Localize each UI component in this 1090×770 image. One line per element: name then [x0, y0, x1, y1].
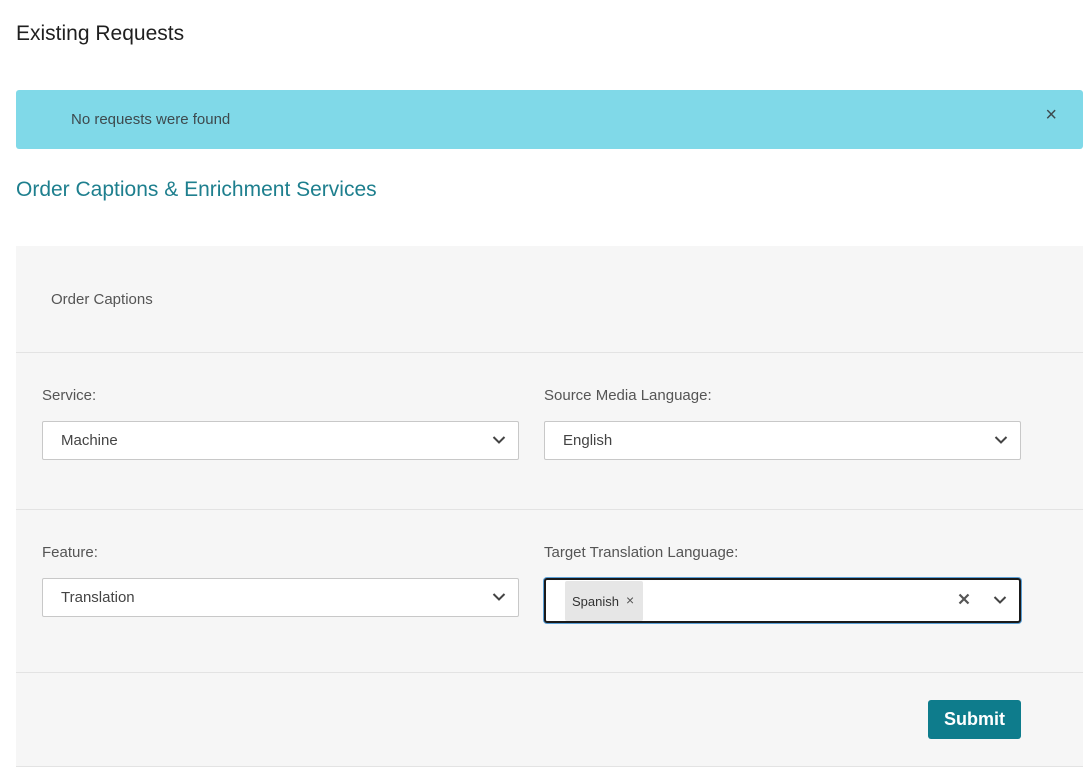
source-language-label: Source Media Language: [544, 387, 712, 404]
divider [16, 672, 1083, 673]
chip-label: Spanish [572, 594, 619, 609]
order-services-heading: Order Captions & Enrichment Services [16, 178, 377, 201]
order-captions-panel: Order Captions Service: Machine Source M… [16, 246, 1083, 767]
panel-title: Order Captions [51, 291, 153, 308]
alert-message: No requests were found [71, 111, 231, 128]
feature-value: Translation [61, 589, 135, 606]
chevron-down-icon[interactable] [492, 592, 506, 602]
divider [16, 352, 1083, 353]
divider [16, 766, 1083, 767]
chevron-down-icon[interactable] [994, 435, 1008, 445]
source-language-value: English [563, 432, 613, 449]
feature-label: Feature: [42, 544, 98, 561]
service-label: Service: [42, 387, 97, 404]
chevron-down-icon[interactable] [993, 595, 1007, 605]
feature-select[interactable]: Translation [42, 578, 519, 617]
existing-requests-heading: Existing Requests [16, 22, 185, 45]
chevron-down-icon[interactable] [492, 435, 506, 445]
submit-button[interactable]: Submit [928, 700, 1021, 739]
clear-icon[interactable] [957, 592, 971, 606]
order-captions-page: Existing Requests No requests were found… [0, 0, 1090, 770]
close-icon[interactable]: × [1045, 105, 1057, 125]
service-value: Machine [61, 432, 118, 449]
no-requests-alert: No requests were found × [16, 90, 1083, 149]
selected-language-chip: Spanish × [565, 581, 643, 621]
source-language-select[interactable]: English [544, 421, 1021, 460]
target-language-multiselect[interactable]: Spanish × [544, 578, 1021, 623]
target-language-label: Target Translation Language: [544, 544, 739, 561]
remove-chip-icon[interactable]: × [626, 592, 634, 608]
service-select[interactable]: Machine [42, 421, 519, 460]
divider [16, 509, 1083, 510]
